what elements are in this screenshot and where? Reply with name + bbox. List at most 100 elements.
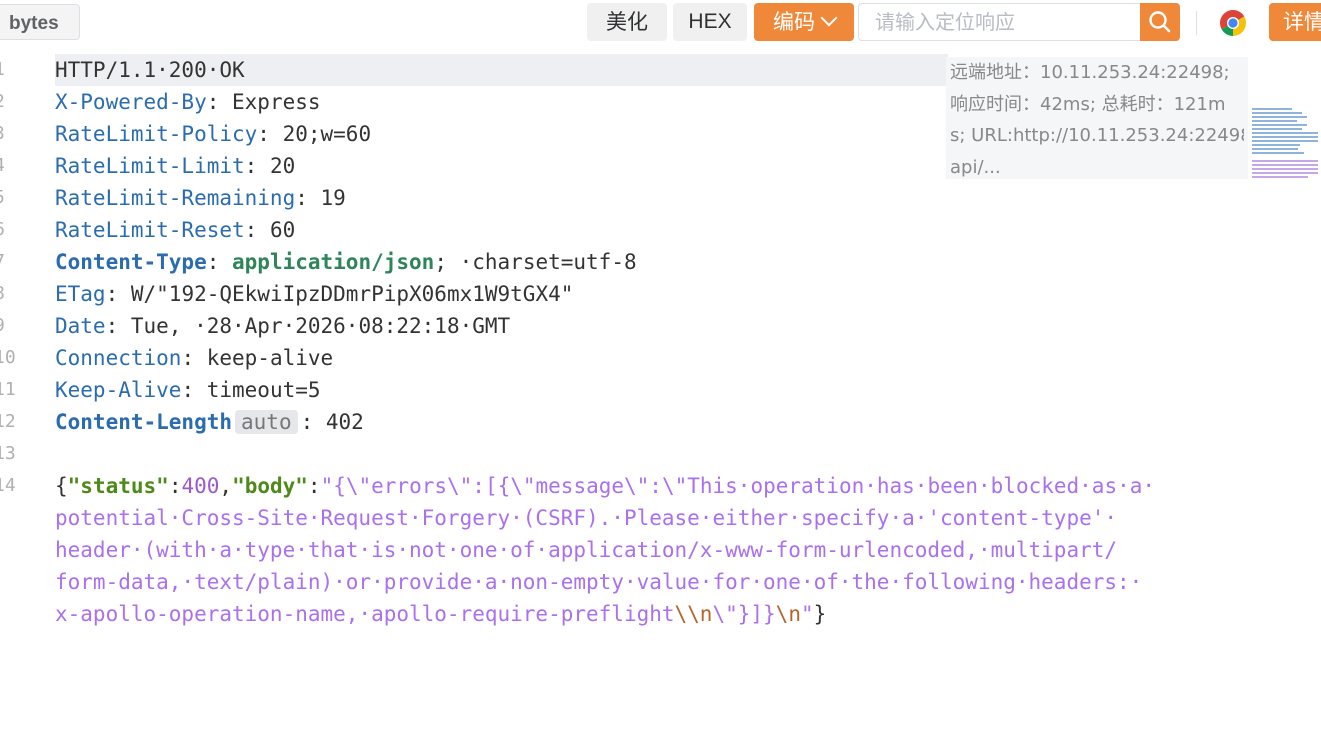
remote-address-text: 远端地址：10.11.253.24:22498; (950, 62, 1230, 83)
header-value: timeout=5 (206, 378, 321, 402)
header-line: Content-Type: application/json; ·charset… (55, 246, 637, 278)
line-number: 11 (0, 379, 16, 400)
header-value: W/"192-QEkwiIpzDDmrPipX06mx1W9tGX4" (130, 282, 574, 306)
status-line: HTTP/1.1·200·OK (55, 54, 948, 86)
chrome-icon[interactable] (1219, 9, 1247, 37)
header-key: Content-Length (55, 410, 233, 434)
header-value: keep-alive (206, 346, 334, 370)
json-string: x-apollo-operation-name,·apollo-require-… (55, 602, 675, 626)
header-key: RateLimit-Reset (55, 218, 245, 242)
header-separator: : (105, 314, 131, 338)
search-icon (1149, 11, 1171, 33)
body-line-4: form-data,·text/plain)·or·provide·a·non-… (55, 570, 1143, 594)
bytes-size-chip: bytes (0, 4, 80, 40)
header-line: RateLimit-Remaining: 19 (55, 182, 346, 214)
line-number: 14 (0, 475, 16, 496)
timing-text: 响应时间：42ms; 总耗时：121m (950, 93, 1226, 115)
header-separator: : (181, 346, 207, 370)
header-key: Content-Type (55, 250, 207, 274)
header-line: RateLimit-Policy: 20;w=60 (55, 118, 371, 150)
line-number: 3 (0, 123, 8, 144)
header-line: X-Powered-By: Express (55, 86, 321, 118)
header-separator: : (181, 378, 207, 402)
header-separator: : (206, 90, 233, 114)
search-input[interactable] (858, 3, 1142, 41)
header-key: Connection (55, 346, 182, 370)
encode-label: 编码 (773, 10, 815, 34)
line-number: 6 (0, 219, 8, 240)
url-continued-text: api/... (950, 156, 1001, 178)
line-number: 13 (0, 443, 16, 464)
header-line: RateLimit-Limit: 20 (55, 150, 295, 182)
json-key: "status" (67, 474, 169, 498)
chevron-down-icon (820, 9, 838, 27)
header-value: 20 (269, 154, 296, 178)
json-key: "body" (232, 474, 308, 498)
header-separator: : (206, 250, 233, 274)
header-key: Date (55, 314, 106, 338)
minimap[interactable] (1252, 108, 1321, 198)
header-separator: : (105, 282, 131, 306)
json-number: 400 (181, 474, 220, 498)
line-number: 4 (0, 155, 8, 176)
header-separator: : (244, 154, 270, 178)
encode-dropdown-button[interactable]: 编码 (754, 3, 854, 41)
detail-button[interactable]: 详情 (1269, 3, 1321, 41)
header-value: 20;w=60 (282, 122, 372, 146)
header-value: 19 (320, 186, 346, 210)
line-number: 10 (0, 347, 16, 368)
header-key: X-Powered-By (55, 90, 207, 114)
toolbar-divider (1196, 11, 1197, 35)
line-number: 7 (0, 251, 8, 272)
json-escape: \n (775, 602, 801, 626)
header-key: RateLimit-Policy (55, 122, 258, 146)
header-value: 60 (269, 218, 296, 242)
body-line-2: potential·Cross-Site·Request·Forgery·(CS… (55, 506, 1118, 530)
line-number: 8 (0, 283, 8, 304)
header-line: RateLimit-Reset: 60 (55, 214, 295, 246)
header-line: ETag: W/"192-QEkwiIpzDDmrPipX06mx1W9tGX4… (55, 278, 573, 310)
bytes-label: bytes (9, 13, 59, 34)
header-key: RateLimit-Remaining (55, 186, 296, 210)
json-escape: \\n (674, 602, 713, 626)
toolbar: bytes 美化 HEX 编码 详情 (0, 0, 1321, 54)
json-brace: } (813, 602, 827, 626)
json-string: " (800, 602, 814, 626)
header-value: Express (232, 90, 321, 114)
body-line-3: header·(with·a·type·that·is·not·one·of·a… (55, 538, 1118, 562)
beautify-button[interactable]: 美化 (587, 3, 667, 41)
json-colon: : (168, 474, 182, 498)
hex-button[interactable]: HEX (673, 3, 747, 41)
header-line: Date: Tue, ·28·Apr·2026·08:22:18·GMT (55, 310, 510, 342)
line-number: 1 (0, 59, 8, 80)
header-key: ETag (55, 282, 106, 306)
header-line: Content-Length auto: 402 (55, 406, 364, 438)
header-value: Tue, ·28·Apr·2026·08:22:18·GMT (130, 314, 511, 338)
body-line-1: {"status":400,"body":"{\"errors\":[{\"me… (55, 470, 1155, 502)
header-key: Keep-Alive (55, 378, 182, 402)
header-separator: : (244, 218, 270, 242)
auto-badge[interactable]: auto (235, 410, 298, 434)
request-info-tooltip: 远端地址：10.11.253.24:22498; 响应时间：42ms; 总耗时：… (946, 57, 1248, 179)
header-separator: : (300, 410, 326, 434)
json-colon: : (307, 474, 321, 498)
json-string: "{\"errors\":[{\"message\":\"This·operat… (320, 474, 1156, 498)
json-brace: { (55, 474, 68, 498)
body-line-5: x-apollo-operation-name,·apollo-require-… (55, 598, 826, 630)
header-value: 402 (325, 410, 364, 434)
line-number: 9 (0, 315, 8, 336)
search-box (858, 3, 1180, 41)
header-key: RateLimit-Limit (55, 154, 245, 178)
header-line: Keep-Alive: timeout=5 (55, 374, 321, 406)
header-line: Connection: keep-alive (55, 342, 333, 374)
header-separator: : (295, 186, 321, 210)
search-button[interactable] (1140, 3, 1180, 41)
json-comma: , (219, 474, 233, 498)
line-number: 2 (0, 91, 8, 112)
line-number: 5 (0, 187, 8, 208)
header-value: application/json (232, 250, 435, 274)
line-number: 12 (0, 411, 16, 432)
json-string: \"}]} (712, 602, 776, 626)
url-text: s; URL:http://10.11.253.24:22498/ (950, 125, 1244, 146)
header-separator: : (257, 122, 283, 146)
